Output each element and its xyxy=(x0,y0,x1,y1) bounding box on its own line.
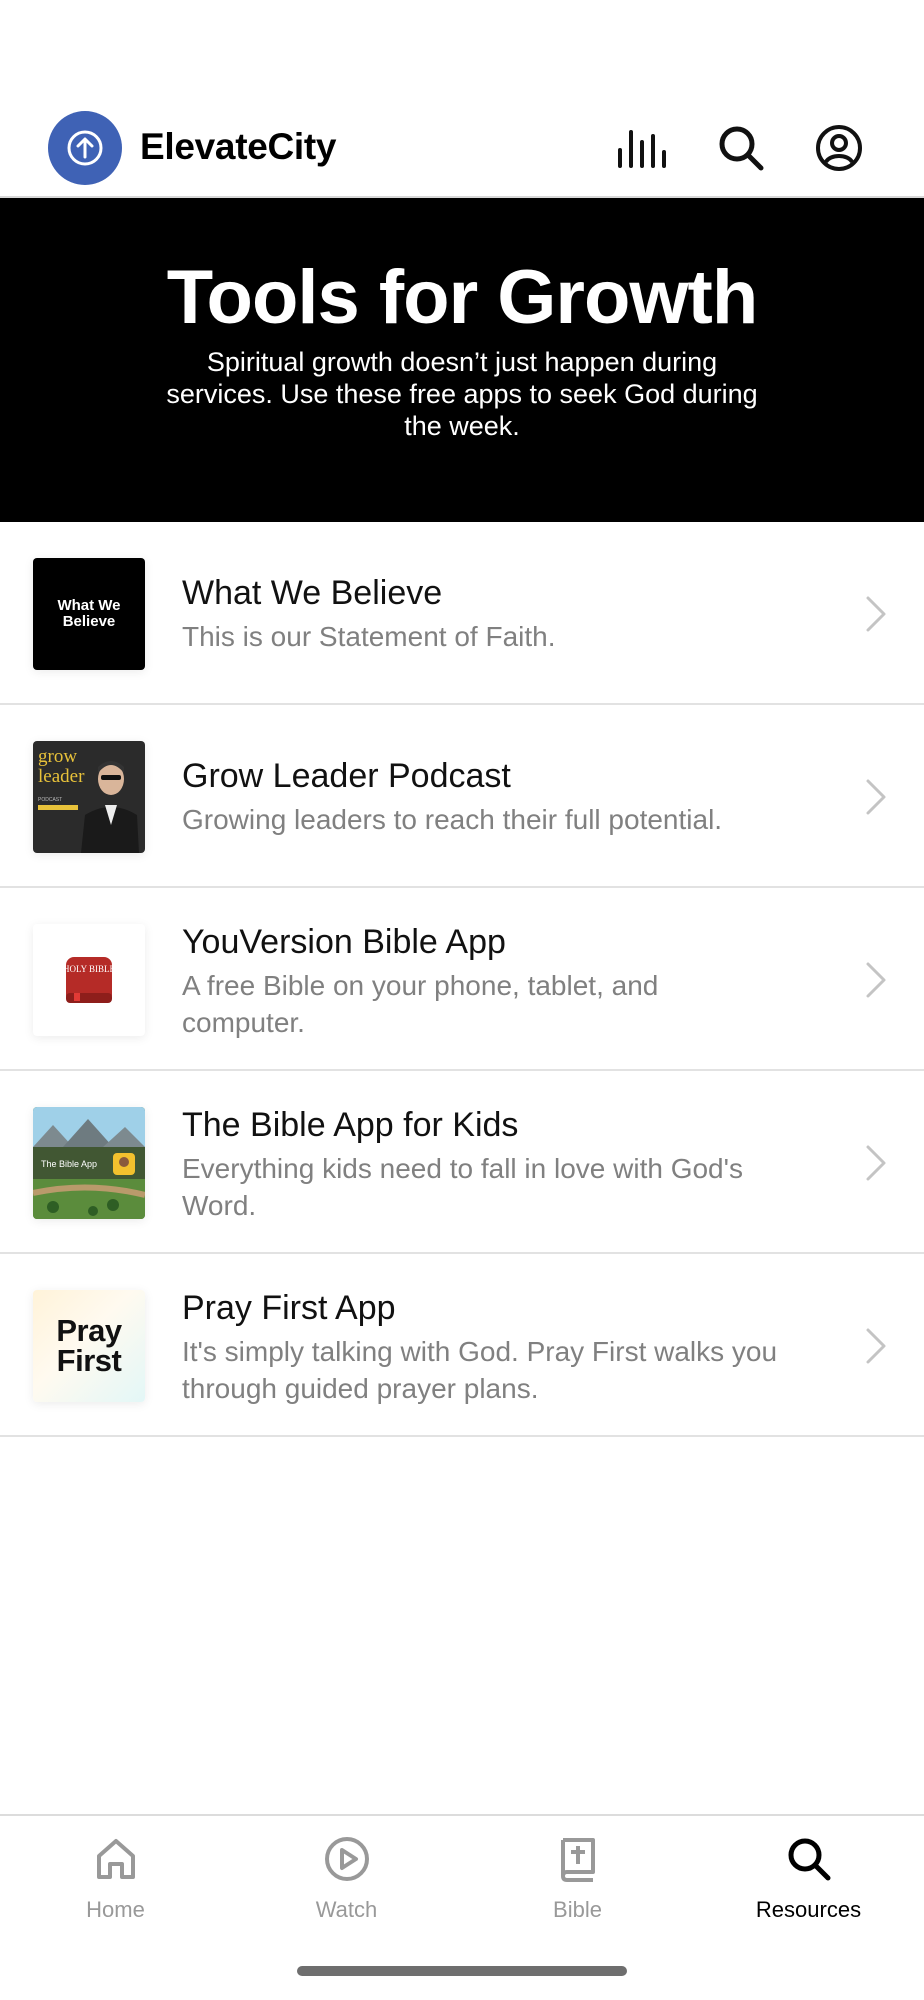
audio-button[interactable] xyxy=(614,120,670,176)
list-item[interactable]: HOLY BIBLE YouVersion Bible App A free B… xyxy=(0,888,924,1071)
list-item-title: Grow Leader Podcast xyxy=(182,757,511,795)
logo-arrow-up-icon xyxy=(67,130,103,166)
list-item[interactable]: What We Believe What We Believe This is … xyxy=(0,522,924,705)
account-icon xyxy=(816,125,862,171)
account-button[interactable] xyxy=(811,120,867,176)
tab-label: Resources xyxy=(755,1897,862,1922)
search-button[interactable] xyxy=(713,120,769,176)
list-item-title: YouVersion Bible App xyxy=(182,923,506,961)
banner-title: Tools for Growth xyxy=(166,255,759,340)
grow-leader-thumbnail: grow leader PODCAST xyxy=(33,741,145,853)
list-item-title: Pray First App xyxy=(182,1289,396,1327)
chevron-right-icon xyxy=(866,596,886,632)
tab-resources[interactable]: Resources xyxy=(693,1816,924,1936)
chevron-right-icon xyxy=(866,779,886,815)
app-header: ElevateCity xyxy=(0,100,924,196)
list-item[interactable]: The Bible App The Bible App for Kids Eve… xyxy=(0,1071,924,1254)
list-item-subtitle: This is our Statement of Faith. xyxy=(182,621,556,652)
svg-text:The Bible App: The Bible App xyxy=(41,1159,97,1169)
bible-app-kids-thumbnail: The Bible App xyxy=(33,1107,145,1219)
list-item-title: The Bible App for Kids xyxy=(182,1106,519,1144)
tab-home[interactable]: Home xyxy=(0,1816,231,1936)
list-item-subtitle: A free Bible on your phone, tablet, and … xyxy=(182,970,659,1038)
tab-bible[interactable]: Bible xyxy=(462,1816,693,1936)
svg-text:HOLY BIBLE: HOLY BIBLE xyxy=(64,964,114,974)
resource-list: What We Believe What We Believe This is … xyxy=(0,522,924,1437)
app-name: ElevateCity xyxy=(140,126,337,167)
banner-subtitle: Spiritual growth doesn’t just happen dur… xyxy=(166,347,758,441)
host-portrait xyxy=(81,761,139,853)
tab-label: Bible xyxy=(553,1897,602,1922)
audio-bars-icon xyxy=(618,130,666,168)
what-we-believe-thumbnail: What We Believe xyxy=(33,558,145,670)
pray-first-thumbnail: Pray First xyxy=(33,1290,145,1402)
tab-label: Watch xyxy=(315,1897,378,1922)
bible-icon xyxy=(561,1838,595,1882)
list-item-subtitle: Everything kids need to fall in love wit… xyxy=(182,1153,743,1221)
list-item-subtitle: Growing leaders to reach their full pote… xyxy=(182,804,723,835)
search-icon xyxy=(788,1838,831,1881)
search-icon xyxy=(719,126,764,171)
list-item[interactable]: Pray First Pray First App It's simply ta… xyxy=(0,1254,924,1437)
app-logo[interactable] xyxy=(48,111,122,185)
list-item[interactable]: grow leader PODCAST Grow Leader Podcast … xyxy=(0,705,924,888)
list-item-subtitle: It's simply talking with God. Pray First… xyxy=(182,1336,778,1404)
chevron-right-icon xyxy=(866,1328,886,1364)
list-item-title: What We Believe xyxy=(182,574,443,612)
tab-label: Home xyxy=(86,1897,145,1922)
youversion-thumbnail: HOLY BIBLE xyxy=(33,924,145,1036)
chevron-right-icon xyxy=(866,962,886,998)
tab-watch[interactable]: Watch xyxy=(231,1816,462,1936)
play-circle-icon xyxy=(325,1837,369,1881)
chevron-right-icon xyxy=(866,1145,886,1181)
bible-app-icon: HOLY BIBLE xyxy=(64,957,114,1003)
home-icon xyxy=(97,1839,135,1879)
kids-landscape-image: The Bible App xyxy=(33,1107,145,1219)
home-indicator[interactable] xyxy=(297,1966,627,1976)
hero-banner: Tools for Growth Spiritual growth doesn’… xyxy=(0,198,924,522)
